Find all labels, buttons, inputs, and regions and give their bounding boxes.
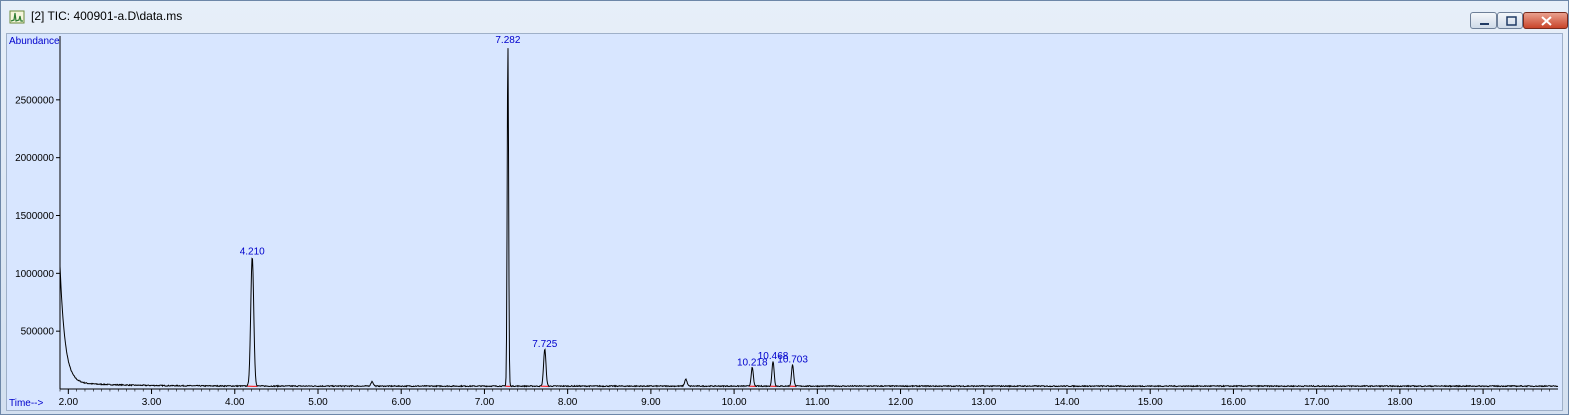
minimize-icon [1480, 23, 1489, 25]
x-tick-label: 16.00 [1221, 397, 1246, 408]
x-tick-label: 5.00 [308, 397, 328, 408]
x-tick-label: 14.00 [1054, 397, 1079, 408]
peak-label: 4.210 [240, 246, 265, 257]
peak-label: 7.725 [532, 339, 557, 350]
x-tick-label: 11.00 [805, 397, 830, 408]
tic-trace [59, 48, 1559, 388]
x-tick-label: 9.00 [641, 397, 661, 408]
y-tick-label: 1500000 [15, 211, 54, 222]
chromatogram-chart: Abundance Time--> 500000 1000000 1500000 20… [9, 35, 1559, 409]
maximize-button[interactable] [1497, 12, 1523, 29]
peak-label: 7.282 [495, 35, 520, 46]
x-tick-label: 2.00 [59, 397, 79, 408]
x-axis-label: Time--> [9, 398, 44, 409]
x-tick-label: 3.00 [142, 397, 162, 408]
x-tick-label: 6.00 [391, 397, 411, 408]
x-tick-label: 8.00 [558, 397, 578, 408]
x-tick-label: 19.00 [1471, 397, 1496, 408]
y-tick-label: 2500000 [15, 95, 54, 106]
y-tick-label: 500000 [21, 327, 55, 338]
peak-label: 10.703 [777, 355, 808, 366]
title-bar[interactable]: [2] TIC: 400901-a.D\data.ms [1, 1, 1568, 31]
minimize-button[interactable] [1470, 12, 1497, 29]
x-tick-label: 7.00 [475, 397, 495, 408]
chromatogram-window: [2] TIC: 400901-a.D\data.ms Abundance Ti… [0, 0, 1569, 415]
close-button[interactable] [1523, 12, 1568, 29]
close-icon [1541, 16, 1552, 26]
y-tick-label: 1000000 [15, 269, 54, 280]
x-tick-label: 12.00 [888, 397, 913, 408]
y-tick-label: 2000000 [15, 153, 54, 164]
x-tick-label: 13.00 [971, 397, 996, 408]
x-tick-label: 4.00 [225, 397, 245, 408]
chromatogram-app-icon [9, 10, 25, 24]
maximize-icon [1506, 16, 1517, 26]
x-tick-label: 18.00 [1387, 397, 1412, 408]
chromatogram-plot[interactable]: Abundance Time--> 500000 1000000 1500000 20… [6, 33, 1563, 411]
y-axis-label: Abundance [9, 36, 60, 47]
x-tick-label: 15.00 [1138, 397, 1163, 408]
x-tick-label: 17.00 [1304, 397, 1329, 408]
window-title: [2] TIC: 400901-a.D\data.ms [31, 9, 183, 23]
x-tick-label: 10.00 [722, 397, 747, 408]
